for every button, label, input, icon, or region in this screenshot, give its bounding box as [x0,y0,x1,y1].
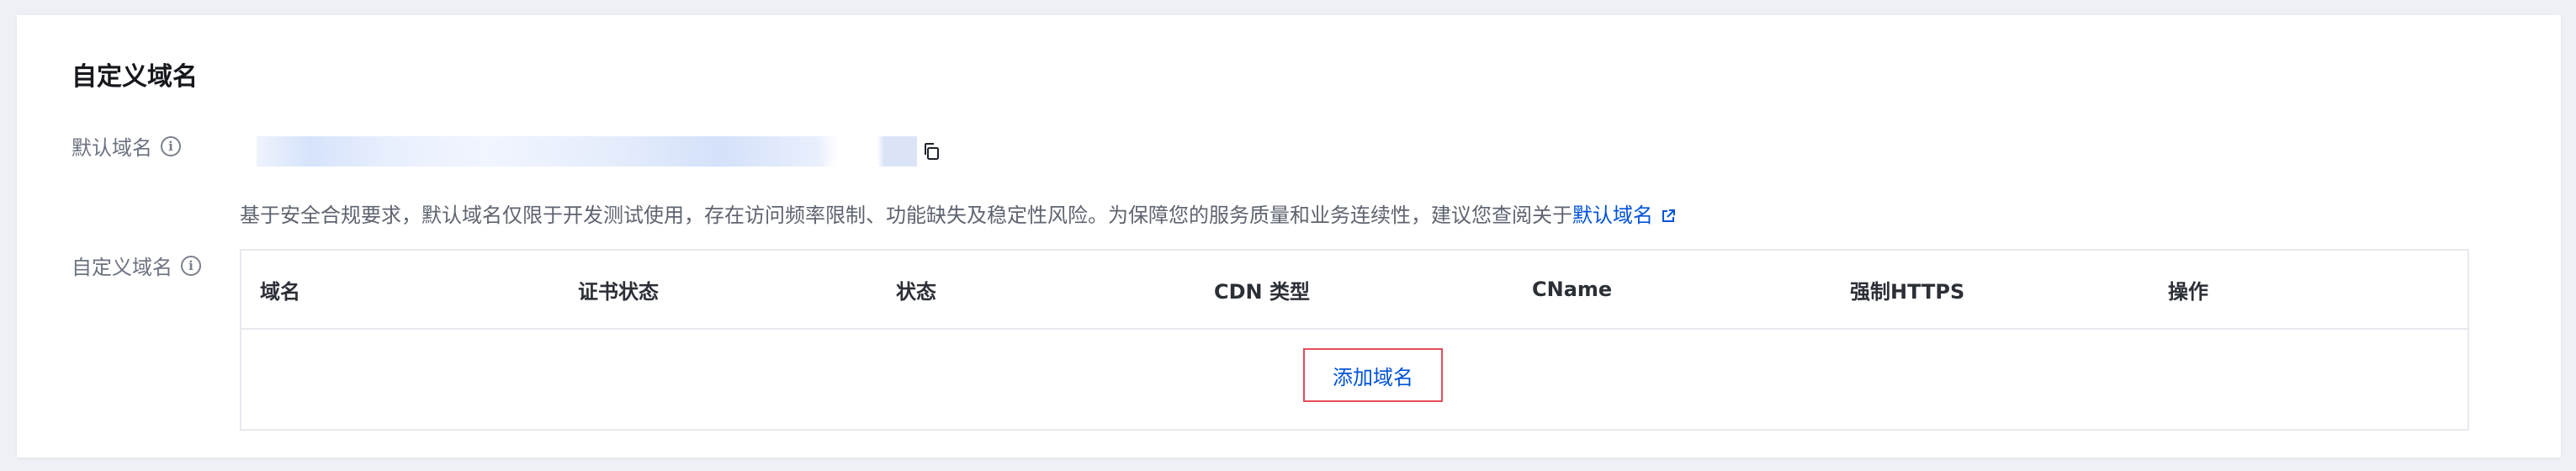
card-title: 自定义域名 [72,62,198,92]
column-header-status: 状态 [896,279,936,304]
notice-link-text[interactable]: 默认域名 [1572,204,1653,227]
default-domain-label-text: 默认域名 [72,136,152,160]
column-header-force-https: 强制HTTPS [1850,279,1965,304]
column-header-cert-status: 证书状态 [578,279,659,304]
column-header-actions: 操作 [2168,279,2208,304]
default-domain-doc-link[interactable]: 默认域名 [1572,204,1677,227]
info-icon[interactable]: i [181,255,201,276]
column-header-domain: 域名 [260,279,300,304]
default-domain-label: 默认域名 i [72,131,181,161]
custom-domain-table: 域名 证书状态 状态 CDN 类型 CName 强制HTTPS 操作 添加域名 [240,249,2469,431]
default-domain-value [257,136,917,167]
column-header-cdn-type: CDN 类型 [1214,279,1310,304]
custom-domain-label: 自定义域名 i [72,251,201,280]
custom-domain-label-text: 自定义域名 [72,256,172,279]
custom-domain-card: 自定义域名 默认域名 i 基于安全合规要求，默认域名仅限于开发测试使用，存在访问… [17,15,2561,458]
default-domain-notice: 基于安全合规要求，默认域名仅限于开发测试使用，存在访问频率限制、功能缺失及稳定性… [240,198,1677,228]
add-domain-button[interactable]: 添加域名 [1303,348,1443,402]
external-link-icon[interactable] [1660,208,1677,225]
info-icon[interactable]: i [161,135,181,156]
column-header-cname: CName [1532,278,1613,301]
copy-icon[interactable] [921,141,941,161]
notice-text: 基于安全合规要求，默认域名仅限于开发测试使用，存在访问频率限制、功能缺失及稳定性… [240,204,1572,227]
table-body: 添加域名 [241,330,2467,431]
table-header: 域名 证书状态 状态 CDN 类型 CName 强制HTTPS 操作 [241,251,2467,330]
